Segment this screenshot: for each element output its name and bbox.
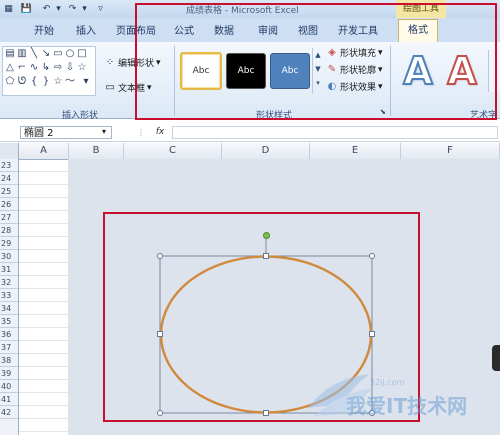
- undo-dropdown-icon[interactable]: ▾: [52, 2, 65, 15]
- name-box[interactable]: 椭圆 2: [20, 126, 112, 139]
- row-header[interactable]: 39: [0, 367, 18, 380]
- rectangle-shape-icon[interactable]: ▭: [52, 48, 64, 60]
- resize-handle-bottom-left[interactable]: [157, 410, 163, 416]
- bent-arrow-icon[interactable]: ↳: [40, 62, 52, 74]
- insert-shapes-group-label: 插入形状: [62, 111, 99, 121]
- brace-left-icon[interactable]: {: [28, 76, 40, 88]
- insert-function-icon[interactable]: fx: [152, 126, 168, 139]
- square-shape-icon[interactable]: □: [76, 48, 88, 60]
- line-shape-icon[interactable]: ╲: [28, 48, 40, 60]
- formula-bar-handle-icon[interactable]: ⋮: [134, 126, 148, 139]
- customize-icon[interactable]: ▿: [94, 2, 107, 15]
- watermark-text: 我爱IT技术网: [346, 394, 468, 418]
- row-header[interactable]: 30: [0, 250, 18, 263]
- resize-handle-top[interactable]: [263, 253, 269, 259]
- resize-handle-left[interactable]: [157, 331, 163, 337]
- row-header[interactable]: 40: [0, 380, 18, 393]
- column-header-e[interactable]: E: [310, 143, 401, 159]
- row-header[interactable]: 37: [0, 341, 18, 354]
- column-header-c[interactable]: C: [124, 143, 222, 159]
- oval-shape-icon[interactable]: ○: [64, 48, 76, 60]
- down-arrow-icon[interactable]: ⇩: [64, 62, 76, 74]
- edit-shape-icon: ⁘: [105, 56, 115, 68]
- row-header[interactable]: 42: [0, 406, 18, 419]
- star-small-icon[interactable]: ☆: [52, 76, 64, 88]
- row-header[interactable]: 38: [0, 354, 18, 367]
- curve-shape-icon[interactable]: ∿: [28, 62, 40, 74]
- rotate-handle[interactable]: [263, 232, 270, 239]
- resize-handle-bottom[interactable]: [263, 410, 269, 416]
- watermark: 我爱IT技术网 52ij.com: [300, 368, 496, 430]
- save-icon[interactable]: 💾: [20, 2, 33, 15]
- ribbon-highlight-frame: [135, 3, 497, 120]
- text-box-icon: ▭: [105, 81, 115, 93]
- watermark-url: 52ij.com: [370, 378, 405, 387]
- select-all-corner[interactable]: [0, 143, 19, 159]
- row-header[interactable]: 36: [0, 328, 18, 341]
- row-header[interactable]: 26: [0, 198, 18, 211]
- freeform-shape-icon[interactable]: ᘎ: [16, 76, 28, 88]
- row-header[interactable]: 29: [0, 237, 18, 250]
- row-header[interactable]: 34: [0, 302, 18, 315]
- office-button-icon[interactable]: ▦: [2, 2, 15, 15]
- row-header[interactable]: 27: [0, 211, 18, 224]
- grid-line: [68, 159, 69, 435]
- wave-shape-icon[interactable]: 〜: [64, 76, 76, 88]
- resize-handle-right[interactable]: [369, 331, 375, 337]
- row-header[interactable]: 23: [0, 159, 18, 172]
- column-header-d[interactable]: D: [222, 143, 310, 159]
- row-header[interactable]: 33: [0, 289, 18, 302]
- resize-handle-top-left[interactable]: [157, 253, 163, 259]
- tab-home[interactable]: 开始: [34, 22, 54, 37]
- column-header-b[interactable]: B: [69, 143, 124, 159]
- row-header[interactable]: 32: [0, 276, 18, 289]
- star-shape-icon[interactable]: ☆: [76, 62, 88, 74]
- column-header-a[interactable]: A: [19, 143, 69, 159]
- row-header[interactable]: 41: [0, 393, 18, 406]
- triangle-shape-icon[interactable]: △: [4, 62, 16, 74]
- elbow-connector-icon[interactable]: ⌐: [16, 62, 28, 74]
- column-header-f[interactable]: F: [401, 143, 500, 159]
- row-header[interactable]: 25: [0, 185, 18, 198]
- right-arrow-icon[interactable]: ⇨: [52, 62, 64, 74]
- textbox-shape-icon[interactable]: ▤: [4, 48, 16, 60]
- row-header[interactable]: 35: [0, 315, 18, 328]
- textbox-vertical-icon[interactable]: ▥: [16, 48, 28, 60]
- tab-insert[interactable]: 插入: [76, 22, 96, 37]
- arrow-line-icon[interactable]: ↘: [40, 48, 52, 60]
- redo-dropdown-icon[interactable]: ▾: [78, 2, 91, 15]
- gallery-more-icon[interactable]: ▾: [80, 76, 92, 88]
- pentagon-shape-icon[interactable]: ⬠: [4, 76, 16, 88]
- name-box-dropdown-icon[interactable]: ▾: [102, 127, 106, 136]
- brace-right-icon[interactable]: }: [40, 76, 52, 88]
- row-header[interactable]: 28: [0, 224, 18, 237]
- formula-input[interactable]: [172, 126, 498, 139]
- row-header[interactable]: 31: [0, 263, 18, 276]
- row-header[interactable]: 24: [0, 172, 18, 185]
- resize-handle-top-right[interactable]: [369, 253, 375, 259]
